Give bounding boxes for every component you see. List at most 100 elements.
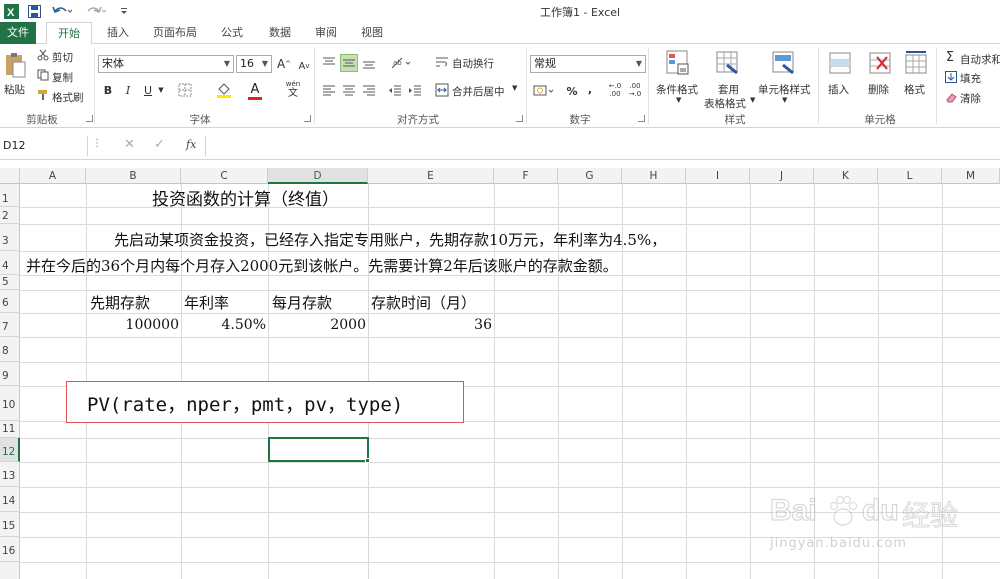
format-cells-label[interactable]: 格式 xyxy=(904,82,925,97)
format-painter-icon[interactable] xyxy=(36,88,50,102)
row-header[interactable]: 9 xyxy=(0,362,20,386)
wrap-text-icon[interactable] xyxy=(434,54,450,70)
column-header[interactable]: C xyxy=(181,168,268,184)
align-left-icon[interactable] xyxy=(320,82,338,100)
redo-icon[interactable] xyxy=(84,2,108,20)
column-header[interactable]: B xyxy=(86,168,181,184)
phonetic-icon[interactable]: wén 文 xyxy=(282,78,304,100)
row-header[interactable]: 16 xyxy=(0,537,20,562)
row-header[interactable]: 7 xyxy=(0,313,20,337)
fill-label[interactable]: 填充 xyxy=(960,71,981,86)
tab-file[interactable]: 文件 xyxy=(0,22,36,44)
font-name-select[interactable]: 宋体 ▼ xyxy=(98,55,234,73)
select-all-corner[interactable] xyxy=(0,168,20,184)
autosum-label[interactable]: 自动求和 xyxy=(960,52,1000,67)
orientation-icon[interactable]: ab xyxy=(388,54,414,72)
column-header[interactable]: E xyxy=(368,168,494,184)
namebox-dropdown-icon[interactable]: ⋮ xyxy=(92,138,102,149)
enter-icon[interactable]: ✓ xyxy=(154,137,165,152)
format-painter-label[interactable]: 格式刷 xyxy=(52,90,84,105)
value-monthly-deposit[interactable]: 2000 xyxy=(268,317,366,333)
merge-center-label[interactable]: 合并后居中 xyxy=(452,84,505,99)
insert-function-icon[interactable]: fx xyxy=(186,138,196,151)
merge-dropdown-icon[interactable]: ▼ xyxy=(512,84,517,92)
row-header[interactable]: 2 xyxy=(0,207,20,224)
row-header[interactable]: 3 xyxy=(0,224,20,251)
clipboard-launcher-icon[interactable] xyxy=(86,115,93,122)
column-header[interactable]: F xyxy=(494,168,558,184)
cell-styles-label[interactable]: 单元格样式 xyxy=(758,82,811,97)
format-as-table-icon[interactable] xyxy=(714,48,742,78)
delete-cells-label[interactable]: 删除 xyxy=(868,82,889,97)
tab-home[interactable]: 开始 xyxy=(46,22,92,45)
tab-formulas[interactable]: 公式 xyxy=(212,22,252,44)
row-header[interactable]: 5 xyxy=(0,275,20,290)
tab-page-layout[interactable]: 页面布局 xyxy=(146,22,204,44)
column-header[interactable]: A xyxy=(20,168,86,184)
conditional-format-label[interactable]: 条件格式 xyxy=(656,82,698,97)
tab-data[interactable]: 数据 xyxy=(260,22,300,44)
font-color-icon[interactable]: A xyxy=(246,80,264,98)
align-right-icon[interactable] xyxy=(360,82,378,100)
conditional-format-dropdown-icon[interactable]: ▼ xyxy=(676,96,681,104)
fill-icon[interactable] xyxy=(944,70,958,84)
format-as-table-dropdown-icon[interactable]: ▼ xyxy=(750,96,755,104)
column-header[interactable]: K xyxy=(814,168,878,184)
align-bottom-icon[interactable] xyxy=(360,54,378,72)
comma-button[interactable]: , xyxy=(584,80,596,98)
undo-icon[interactable] xyxy=(50,2,74,20)
underline-dropdown-icon[interactable]: ▼ xyxy=(156,82,166,98)
save-icon[interactable] xyxy=(26,2,42,20)
row-header[interactable]: 15 xyxy=(0,512,20,537)
column-header[interactable]: M xyxy=(942,168,1000,184)
border-icon[interactable] xyxy=(176,81,194,99)
align-middle-icon[interactable] xyxy=(340,54,358,72)
column-header[interactable]: G xyxy=(558,168,622,184)
format-cells-icon[interactable] xyxy=(902,48,930,78)
tab-view[interactable]: 视图 xyxy=(352,22,392,44)
row-header[interactable]: 14 xyxy=(0,487,20,512)
align-center-icon[interactable] xyxy=(340,82,358,100)
paste-icon[interactable] xyxy=(2,50,28,80)
conditional-format-icon[interactable] xyxy=(664,48,692,78)
row-header[interactable]: 10 xyxy=(0,386,20,421)
value-annual-rate[interactable]: 4.50% xyxy=(181,317,266,333)
row-header[interactable]: 13 xyxy=(0,462,20,487)
customize-qat-icon[interactable] xyxy=(118,2,130,20)
underline-button[interactable]: U xyxy=(140,82,156,98)
align-top-icon[interactable] xyxy=(320,54,338,72)
copy-icon[interactable] xyxy=(36,68,50,82)
percent-button[interactable]: % xyxy=(564,82,580,100)
cell-styles-dropdown-icon[interactable]: ▼ xyxy=(782,96,787,104)
name-box[interactable]: D12 xyxy=(0,136,88,156)
clear-icon[interactable] xyxy=(944,90,958,104)
autosum-icon[interactable]: Σ xyxy=(942,50,958,65)
bold-button[interactable]: B xyxy=(100,82,116,98)
column-header[interactable]: J xyxy=(750,168,814,184)
font-launcher-icon[interactable] xyxy=(304,115,311,122)
decrease-indent-icon[interactable] xyxy=(386,82,404,100)
fill-color-icon[interactable] xyxy=(214,81,234,99)
cancel-icon[interactable]: ✕ xyxy=(124,137,135,152)
formula-input[interactable] xyxy=(212,136,1000,156)
selected-cell-d12[interactable] xyxy=(268,437,369,462)
shrink-font-icon[interactable]: Av xyxy=(296,57,312,75)
row-header[interactable]: 4 xyxy=(0,251,20,275)
font-size-select[interactable]: 16 ▼ xyxy=(236,55,272,73)
alignment-launcher-icon[interactable] xyxy=(516,115,523,122)
accounting-format-icon[interactable] xyxy=(532,82,556,100)
insert-cells-icon[interactable] xyxy=(826,48,854,78)
column-header[interactable]: I xyxy=(686,168,750,184)
increase-indent-icon[interactable] xyxy=(406,82,424,100)
insert-cells-label[interactable]: 插入 xyxy=(828,82,849,97)
tab-insert[interactable]: 插入 xyxy=(98,22,138,44)
grow-font-icon[interactable]: A ^ xyxy=(276,55,292,73)
paste-label[interactable]: 粘贴 xyxy=(4,82,25,97)
wrap-text-label[interactable]: 自动换行 xyxy=(452,56,494,71)
column-header[interactable]: H xyxy=(622,168,686,184)
value-initial-deposit[interactable]: 100000 xyxy=(86,317,179,333)
row-header[interactable]: 8 xyxy=(0,337,20,362)
format-as-table-label1[interactable]: 套用 xyxy=(718,82,739,97)
clear-label[interactable]: 清除 xyxy=(960,91,981,106)
tab-review[interactable]: 审阅 xyxy=(306,22,346,44)
